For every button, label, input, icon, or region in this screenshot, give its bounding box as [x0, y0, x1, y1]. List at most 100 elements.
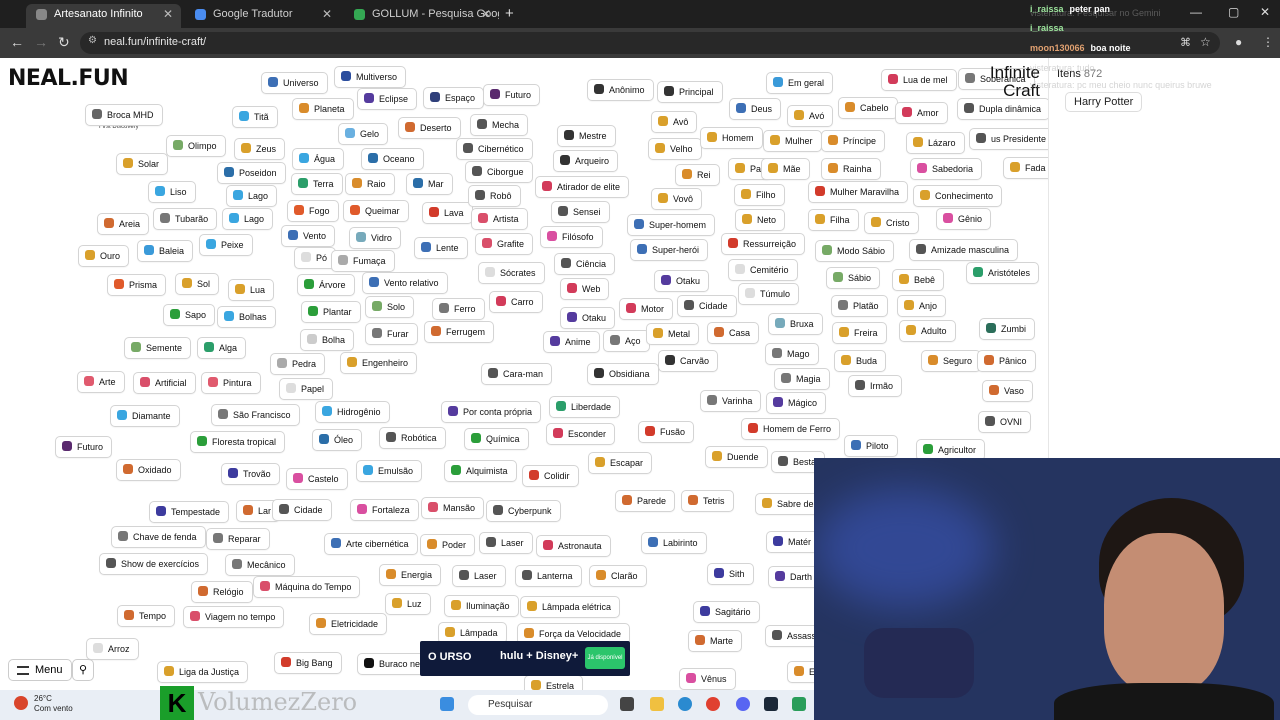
- element-chip[interactable]: Sol: [175, 273, 220, 295]
- element-chip[interactable]: Cidade: [677, 295, 737, 317]
- element-chip[interactable]: Por conta própria: [441, 401, 542, 423]
- element-chip[interactable]: Reparar: [206, 528, 270, 550]
- element-chip[interactable]: Otaku: [560, 307, 616, 329]
- element-chip[interactable]: Mansão: [421, 497, 485, 519]
- element-chip[interactable]: Rei: [675, 164, 720, 186]
- element-chip[interactable]: Super-homem: [627, 214, 716, 236]
- element-chip[interactable]: Marte: [688, 630, 743, 652]
- element-chip[interactable]: Otaku: [654, 270, 710, 292]
- element-chip[interactable]: Bruxa: [768, 313, 823, 335]
- edge-icon[interactable]: [678, 697, 692, 711]
- element-chip[interactable]: Filha: [808, 209, 859, 231]
- element-chip[interactable]: Grafite: [475, 233, 534, 255]
- element-chip[interactable]: Carvão: [658, 350, 719, 372]
- element-chip[interactable]: Futuro: [55, 436, 113, 458]
- element-chip[interactable]: Homem: [700, 127, 763, 149]
- steam-icon[interactable]: [764, 697, 778, 711]
- clear-broom-icon[interactable]: ⚲: [72, 659, 94, 681]
- element-chip[interactable]: Super-herói: [630, 239, 709, 261]
- element-chip[interactable]: Gênio: [936, 208, 992, 230]
- element-chip[interactable]: Estrela: [524, 675, 584, 690]
- element-chip[interactable]: Olimpo: [166, 135, 226, 157]
- element-chip[interactable]: Prisma: [107, 274, 167, 296]
- element-chip[interactable]: Sith: [707, 563, 754, 585]
- element-chip[interactable]: Lázaro: [906, 132, 965, 154]
- element-chip[interactable]: Raio: [345, 173, 395, 195]
- element-chip[interactable]: Baleia: [137, 240, 194, 262]
- app-icon[interactable]: [792, 697, 806, 711]
- back-icon[interactable]: ←: [10, 34, 24, 50]
- element-chip[interactable]: Lua: [228, 279, 275, 301]
- element-chip[interactable]: Árvore: [297, 274, 355, 296]
- element-chip[interactable]: Máquina do Tempo: [253, 576, 361, 598]
- element-chip[interactable]: Zeus: [234, 138, 286, 160]
- element-chip[interactable]: us Presidente: [969, 128, 1056, 150]
- element-chip[interactable]: Anime: [543, 331, 600, 353]
- sidebar-item[interactable]: Harry Potter: [1065, 92, 1143, 112]
- element-chip[interactable]: Mecha: [470, 114, 529, 136]
- discord-icon[interactable]: [736, 697, 750, 711]
- element-chip[interactable]: Liso: [148, 181, 196, 203]
- element-chip[interactable]: Artificial: [133, 372, 196, 394]
- element-chip[interactable]: Ouro: [78, 245, 130, 267]
- element-chip[interactable]: Arqueiro: [553, 150, 619, 172]
- element-chip[interactable]: Sensei: [551, 201, 610, 223]
- element-chip[interactable]: Engenheiro: [340, 352, 418, 374]
- element-chip[interactable]: Metal: [646, 323, 700, 345]
- element-chip[interactable]: Vento relativo: [362, 272, 448, 294]
- element-chip[interactable]: Adulto: [899, 320, 956, 342]
- element-chip[interactable]: Astronauta: [536, 535, 611, 557]
- element-chip[interactable]: Lanterna: [515, 565, 582, 587]
- element-chip[interactable]: Eclipse: [357, 88, 418, 110]
- element-chip[interactable]: Tempo: [117, 605, 176, 627]
- element-chip[interactable]: Carro: [489, 291, 543, 313]
- element-chip[interactable]: Arte: [77, 371, 125, 393]
- element-chip[interactable]: Energia: [379, 564, 442, 586]
- element-chip[interactable]: Neto: [735, 209, 786, 231]
- element-chip[interactable]: Terra: [291, 173, 343, 195]
- element-chip[interactable]: Papel: [279, 378, 334, 400]
- element-chip[interactable]: Dupla dinâmica: [957, 98, 1051, 120]
- element-chip[interactable]: Planeta: [292, 98, 354, 120]
- element-chip[interactable]: Sabre de: [755, 493, 823, 515]
- weather-widget[interactable]: 26°C Com vento: [34, 694, 73, 714]
- tab-close-icon[interactable]: ✕: [481, 4, 491, 24]
- element-chip[interactable]: Big Bang: [274, 652, 342, 674]
- element-chip[interactable]: Aço: [603, 330, 650, 352]
- element-chip[interactable]: Deserto: [398, 117, 461, 139]
- file-explorer-icon[interactable]: [650, 697, 664, 711]
- element-chip[interactable]: Universo: [261, 72, 328, 94]
- element-chip[interactable]: Rainha: [821, 158, 881, 180]
- element-chip[interactable]: Colidir: [522, 465, 579, 487]
- element-chip[interactable]: Buda: [834, 350, 887, 372]
- element-chip[interactable]: Vidro: [349, 227, 401, 249]
- element-chip[interactable]: Furar: [365, 323, 418, 345]
- element-chip[interactable]: Chave de fenda: [111, 526, 206, 548]
- element-chip[interactable]: Ferrugem: [424, 321, 495, 343]
- element-chip[interactable]: Semente: [124, 337, 192, 359]
- element-chip[interactable]: Mar: [406, 173, 453, 195]
- element-chip[interactable]: Tubarão: [153, 208, 218, 230]
- element-chip[interactable]: Pedra: [270, 353, 326, 375]
- tab-close-icon[interactable]: ✕: [322, 4, 332, 24]
- element-chip[interactable]: Mãe: [761, 158, 810, 180]
- element-chip[interactable]: Alquimista: [444, 460, 517, 482]
- element-chip[interactable]: São Francisco: [211, 404, 300, 426]
- menu-button[interactable]: Menu: [8, 659, 72, 681]
- element-chip[interactable]: Oceano: [361, 148, 424, 170]
- element-chip[interactable]: Fusão: [638, 421, 695, 443]
- site-info-icon[interactable]: ⚙: [88, 35, 97, 46]
- element-chip[interactable]: Cabelo: [838, 97, 898, 119]
- element-chip[interactable]: Emulsão: [356, 460, 423, 482]
- element-chip[interactable]: Avô: [651, 111, 698, 133]
- element-chip[interactable]: Escapar: [588, 452, 653, 474]
- element-chip[interactable]: Eletricidade: [309, 613, 388, 635]
- element-chip[interactable]: Mágico: [766, 392, 827, 414]
- element-chip[interactable]: Broca MHD: [85, 104, 163, 126]
- element-chip[interactable]: Espaço: [423, 87, 485, 109]
- element-chip[interactable]: Motor: [619, 298, 674, 320]
- element-chip[interactable]: Luz: [385, 593, 431, 615]
- element-chip[interactable]: Poseidon: [217, 162, 286, 184]
- element-chip[interactable]: Gelo: [338, 123, 389, 145]
- element-chip[interactable]: Em geral: [766, 72, 834, 94]
